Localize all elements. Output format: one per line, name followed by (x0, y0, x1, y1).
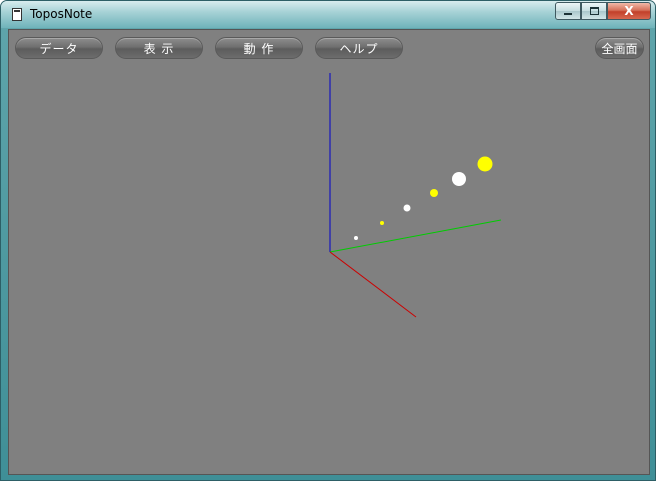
close-icon: X (624, 4, 634, 18)
app-window: ToposNote X データ 表 示 動 作 ヘルプ 全画面 (0, 0, 656, 481)
sphere-yellow-2[interactable] (430, 189, 438, 197)
help-menu-button[interactable]: ヘルプ (315, 37, 403, 59)
sphere-white-2[interactable] (403, 204, 411, 212)
sphere-white-1[interactable] (354, 236, 358, 240)
maximize-button[interactable] (581, 2, 607, 20)
view-menu-button[interactable]: 表 示 (115, 37, 203, 59)
window-title: ToposNote (30, 7, 93, 21)
sphere-white-3[interactable] (452, 172, 466, 186)
minimize-button[interactable] (555, 2, 581, 20)
minimize-icon (564, 12, 572, 15)
maximize-icon (589, 7, 599, 15)
action-menu-button[interactable]: 動 作 (215, 37, 303, 59)
viewport[interactable]: データ 表 示 動 作 ヘルプ 全画面 (8, 29, 650, 475)
3d-scene[interactable] (9, 30, 649, 474)
sphere-yellow-1[interactable] (380, 221, 384, 225)
sphere-yellow-3[interactable] (477, 156, 493, 172)
x-axis (329, 251, 417, 318)
fullscreen-button[interactable]: 全画面 (595, 37, 644, 59)
title-bar[interactable]: ToposNote X (1, 1, 655, 28)
caption-buttons: X (555, 2, 651, 20)
close-button[interactable]: X (607, 2, 651, 20)
y-axis (329, 219, 502, 253)
data-menu-button[interactable]: データ (15, 37, 103, 59)
app-icon (12, 8, 22, 21)
